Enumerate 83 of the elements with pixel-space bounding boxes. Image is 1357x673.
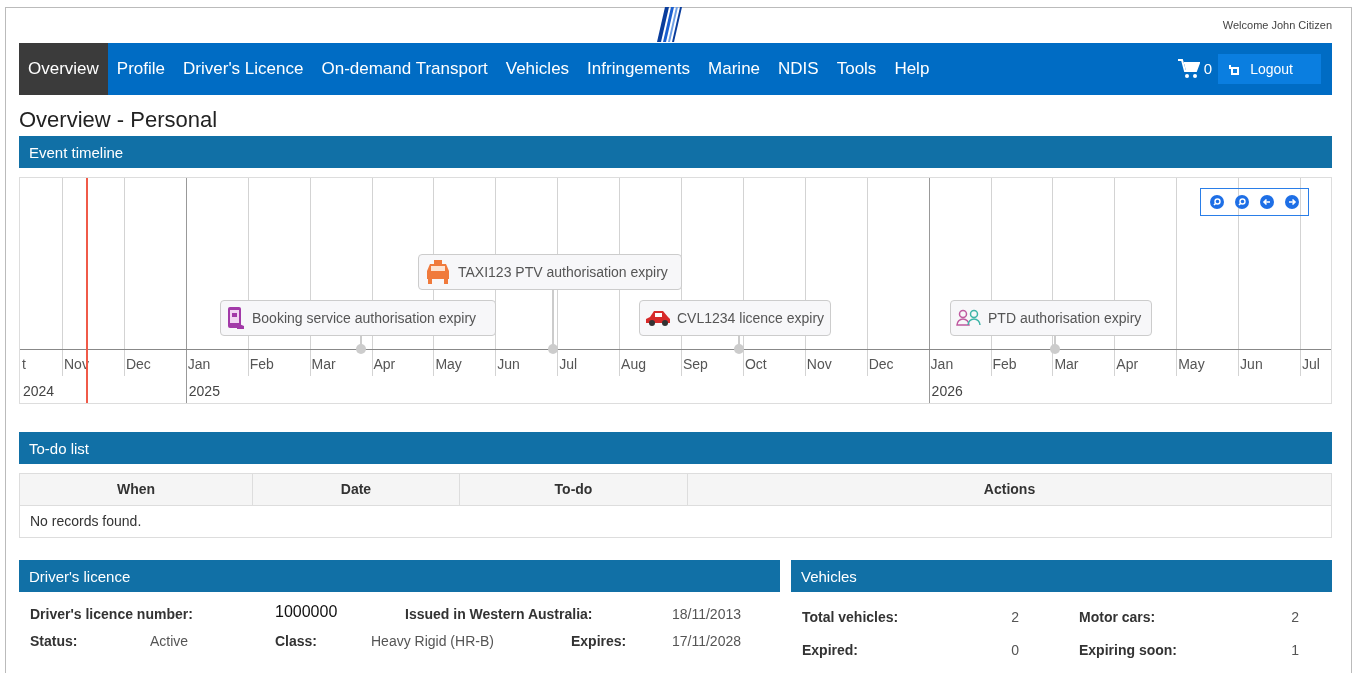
event-label: CVL1234 licence expiry [677, 308, 825, 328]
cart-count: 0 [1203, 58, 1213, 79]
field-label: Expired: [802, 641, 859, 661]
lock-icon [1228, 63, 1241, 75]
taxi-icon [424, 259, 452, 286]
column-header: When [19, 473, 253, 506]
zoom-in-button[interactable] [1210, 195, 1225, 210]
event-label: PTD authorisation expiry [988, 308, 1142, 328]
event-card[interactable]: PTD authorisation expiry [950, 300, 1152, 337]
nav-tab[interactable]: On-demand Transport [312, 43, 497, 95]
field-label: Motor cars: [1079, 608, 1157, 628]
field-value: 17/11/2028 [670, 632, 741, 652]
month-label: Aug [620, 355, 646, 375]
month-label: Oct [743, 355, 767, 375]
field-value: Heavy Rigid (HR-B) [371, 632, 495, 652]
month-label: Feb [991, 355, 1017, 375]
event-card[interactable]: Booking service authorisation expiry [220, 300, 496, 337]
nav-tab[interactable]: Infringements [578, 43, 700, 95]
year-label: 2026 [930, 382, 963, 402]
month-label: Nov [805, 355, 832, 375]
month-label: Dec [867, 355, 894, 375]
event-card[interactable]: TAXI123 PTV authorisation expiry [418, 254, 682, 291]
field-value: 2 [1010, 608, 1019, 628]
field-label: Total vehicles: [802, 608, 900, 628]
month-label: Apr [1115, 355, 1139, 375]
scroll-right-button[interactable] [1284, 195, 1299, 210]
nav-tab[interactable]: Vehicles [496, 43, 579, 95]
nav-tab[interactable]: Tools [827, 43, 886, 95]
column-header: Date [252, 473, 460, 506]
field-label: Expiring soon: [1079, 641, 1178, 661]
field-label: Issued in Western Australia: [405, 605, 594, 625]
field-label: Status: [30, 632, 79, 652]
nav-tab[interactable]: Help [885, 43, 939, 95]
month-label: Jul [1301, 355, 1320, 375]
field-value: 2 [1290, 608, 1299, 628]
event-card[interactable]: CVL1234 licence expiry [639, 300, 831, 337]
month-label: Sep [682, 355, 708, 375]
month-label: Jan [929, 355, 954, 375]
nav-tab[interactable]: Driver's Licence [174, 43, 313, 95]
month-label: Mar [1053, 355, 1079, 375]
nav-tab[interactable]: Profile [107, 43, 175, 95]
logout-button[interactable]: Logout [1218, 54, 1321, 84]
nav-tab[interactable]: NDIS [769, 43, 828, 95]
month-label: Apr [372, 355, 396, 375]
field-label: Driver's licence number: [30, 605, 194, 625]
month-label: May [434, 355, 462, 375]
cart-icon[interactable] [1177, 59, 1200, 79]
section-header: Vehicles [791, 560, 1332, 593]
section-header: To-do list [19, 432, 1332, 465]
section-header: Driver's licence [19, 560, 780, 593]
field-value: 1 [1290, 641, 1299, 661]
field-value: 0 [1010, 641, 1019, 661]
field-value: Active [150, 632, 190, 652]
scroll-left-button[interactable] [1259, 195, 1274, 210]
month-label: t [21, 355, 26, 375]
event-label: TAXI123 PTV authorisation expiry [458, 262, 668, 282]
month-label: Jan [186, 355, 211, 375]
section-header: Event timeline [19, 136, 1332, 169]
field-label: Class: [275, 632, 319, 652]
month-label: May [1177, 355, 1205, 375]
welcome-text: Welcome John Citizen [1222, 18, 1332, 33]
event-label: Booking service authorisation expiry [252, 308, 477, 328]
phone-icon [226, 306, 246, 331]
column-header: To-do [459, 473, 688, 506]
month-label: Mar [310, 355, 336, 375]
year-label: 2024 [22, 382, 55, 402]
month-label: Feb [248, 355, 274, 375]
nav-tab[interactable]: Marine [699, 43, 770, 95]
zoom-out-button[interactable] [1235, 195, 1250, 210]
field-label: Expires: [571, 632, 628, 652]
licence-number: 1000000 [275, 601, 339, 622]
year-label: 2025 [187, 382, 220, 402]
month-label: Jun [1239, 355, 1263, 375]
column-header: Actions [687, 473, 1332, 506]
field-value: 18/11/2013 [670, 605, 741, 625]
empty-message: No records found. [19, 505, 1332, 538]
month-label: Jul [558, 355, 578, 375]
month-label: Dec [124, 355, 151, 375]
nav-tab[interactable]: Overview [19, 43, 108, 95]
month-label: Jun [496, 355, 520, 375]
page-title: Overview - Personal [19, 107, 219, 134]
people-icon [956, 309, 982, 328]
car-icon [645, 309, 671, 328]
